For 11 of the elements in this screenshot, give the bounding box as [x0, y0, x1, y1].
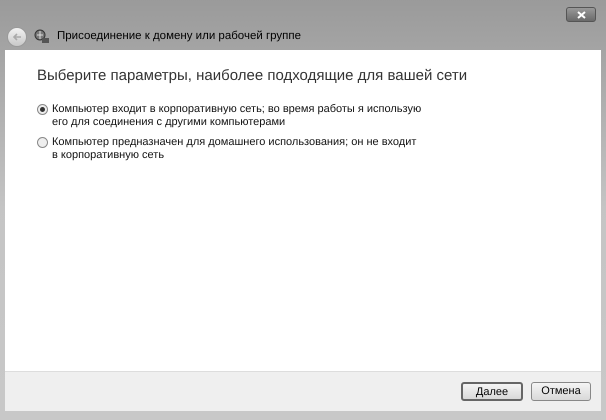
- next-button[interactable]: Далее: [461, 382, 523, 401]
- radio-button[interactable]: [37, 104, 48, 114]
- close-icon: [576, 10, 586, 18]
- option-label: Компьютер входит в корпоративную сеть; во время работы я использую его для соединения с другими компьютерами: [52, 102, 422, 128]
- option-label: Компьютер предназначен для домашнего использования; он не входит в корпоративную сеть: [52, 136, 418, 162]
- page-heading: Выберите параметры, наиболее подходящие для вашей сети: [37, 66, 468, 86]
- close-button[interactable]: [566, 7, 596, 22]
- cancel-button[interactable]: Отмена: [531, 382, 591, 401]
- window-title: Присоединение к домену или рабочей группе: [57, 29, 302, 44]
- radio-button[interactable]: [37, 136, 48, 148]
- back-arrow-icon: [12, 33, 22, 41]
